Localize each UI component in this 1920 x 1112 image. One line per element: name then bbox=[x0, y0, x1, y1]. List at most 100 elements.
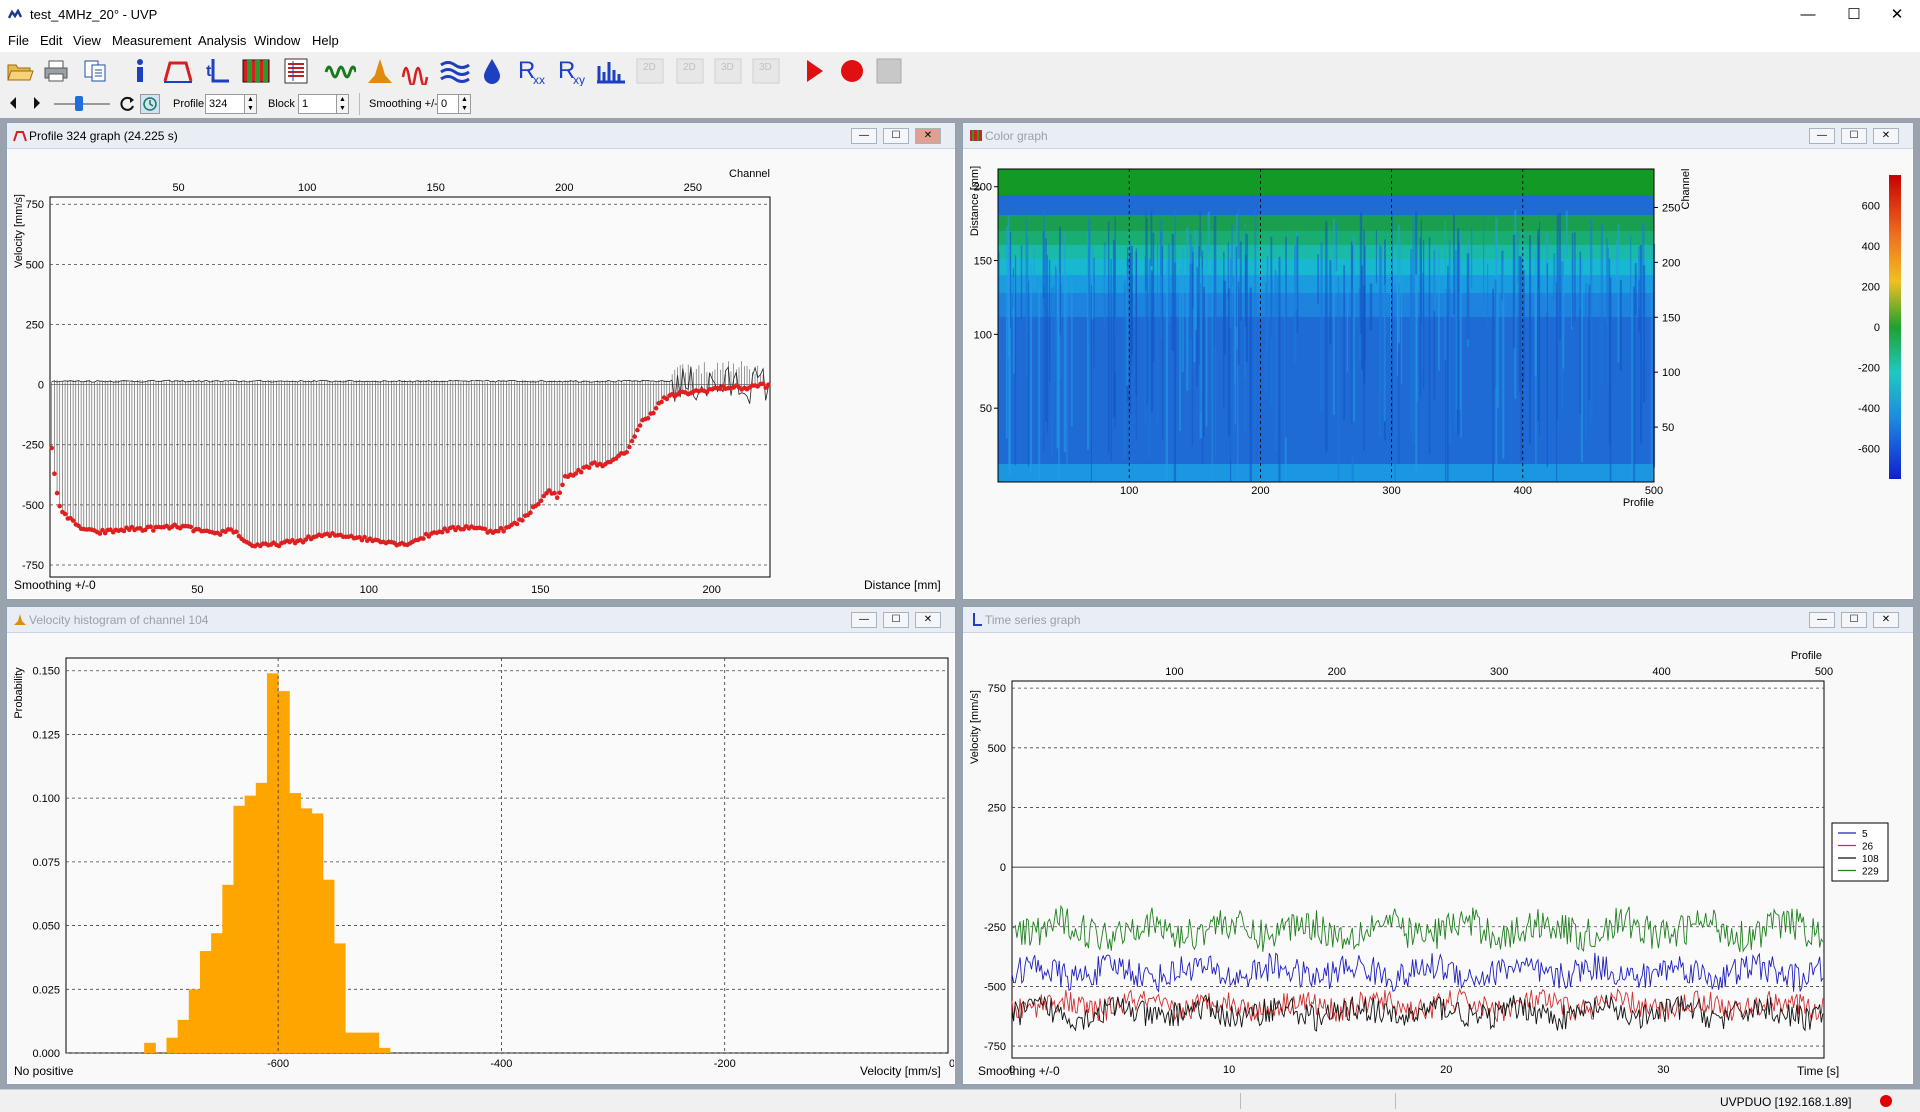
refresh-icon[interactable] bbox=[118, 95, 136, 116]
histogram-chart: 0.000 0.025 0.050 0.075 0.100 0.125 0.150 -600 -… bbox=[13, 657, 955, 1070]
velocity-point bbox=[557, 490, 563, 496]
y-tick-label: 0.150 bbox=[32, 666, 60, 678]
menu-view[interactable]: View bbox=[73, 33, 101, 48]
x-tick-label: 300 bbox=[1382, 485, 1400, 497]
menu-analysis[interactable]: Analysis bbox=[198, 33, 246, 48]
y-tick-label: 0.050 bbox=[32, 921, 60, 933]
y-axis-label: Probability bbox=[13, 667, 25, 719]
histogram-bar bbox=[311, 813, 324, 1053]
top-axis-label: Channel bbox=[729, 168, 770, 180]
close-window-button[interactable]: ✕ bbox=[1874, 0, 1920, 30]
y-tick-label: 0.025 bbox=[32, 984, 60, 996]
legend-label: 5 bbox=[1862, 829, 1868, 840]
block-input[interactable]: 1 bbox=[298, 94, 338, 114]
stop-icon[interactable] bbox=[873, 56, 905, 86]
velocity-point bbox=[520, 518, 525, 523]
info-icon[interactable] bbox=[124, 56, 156, 86]
spectrum-icon[interactable] bbox=[594, 56, 626, 86]
velocity-point bbox=[637, 423, 643, 428]
minimize-button[interactable]: — bbox=[1809, 128, 1835, 144]
profile-stepper[interactable]: ▲ ▼ bbox=[244, 94, 257, 114]
3d-label: 3D bbox=[721, 62, 734, 73]
profile-icon bbox=[13, 131, 27, 142]
top-tick-label: 300 bbox=[1490, 666, 1508, 678]
menu-measurement[interactable]: Measurement bbox=[112, 33, 191, 48]
minimize-button[interactable]: — bbox=[851, 128, 877, 144]
profile-icon[interactable] bbox=[162, 56, 194, 86]
smoothing-stepper[interactable]: ▲ ▼ bbox=[458, 94, 471, 114]
histogram-bar bbox=[378, 1047, 391, 1053]
menu-help[interactable]: Help bbox=[312, 33, 339, 48]
menu-window[interactable]: Window bbox=[254, 33, 300, 48]
colorbar-tick-label: -400 bbox=[1858, 403, 1880, 415]
y-tick-label: -750 bbox=[984, 1041, 1006, 1053]
histogram-bar bbox=[322, 879, 335, 1053]
velocity-point bbox=[552, 490, 557, 496]
menu-file[interactable]: File bbox=[8, 33, 29, 48]
3d-alt-icon: 3D bbox=[750, 56, 782, 86]
minimize-button[interactable]: — bbox=[1809, 612, 1835, 628]
profile-input[interactable]: 324 bbox=[205, 94, 247, 114]
time-series-window: Time series graph — ☐ ✕ 750 500 250 0 -250 -5… bbox=[962, 606, 1914, 1085]
smoothing-input[interactable]: 0 bbox=[437, 94, 459, 114]
rxx-subscript: xx bbox=[533, 73, 545, 86]
top-axis-label: Profile bbox=[1791, 650, 1822, 662]
table-icon[interactable] bbox=[280, 56, 312, 86]
y-axis-label: Velocity [mm/s] bbox=[969, 690, 981, 764]
smoothing-label: Smoothing +/- bbox=[369, 98, 438, 110]
signal-icon[interactable] bbox=[324, 56, 356, 86]
time-series-icon[interactable]: t bbox=[202, 56, 234, 86]
maximize-button[interactable]: ☐ bbox=[883, 128, 909, 144]
right-tick-label: 200 bbox=[1662, 257, 1680, 269]
minimize-window-button[interactable]: — bbox=[1785, 0, 1831, 30]
x-tick-label: -400 bbox=[490, 1058, 512, 1070]
window-title: Profile 324 graph (24.225 s) bbox=[29, 129, 178, 143]
close-button[interactable]: ✕ bbox=[1873, 612, 1899, 628]
y-tick-label: 250 bbox=[988, 802, 1006, 814]
print-icon[interactable] bbox=[40, 56, 72, 86]
close-button[interactable]: ✕ bbox=[915, 612, 941, 628]
close-button[interactable]: ✕ bbox=[915, 128, 941, 144]
close-button[interactable]: ✕ bbox=[1873, 128, 1899, 144]
histogram-bar bbox=[289, 793, 301, 1053]
x-tick-label: -200 bbox=[714, 1058, 736, 1070]
velocity-point bbox=[62, 511, 68, 517]
next-icon[interactable] bbox=[32, 96, 42, 113]
block-stepper[interactable]: ▲ ▼ bbox=[336, 94, 349, 114]
copy-icon[interactable] bbox=[80, 56, 112, 86]
histogram-bar bbox=[244, 795, 257, 1053]
profile-slider-thumb[interactable] bbox=[75, 96, 83, 111]
minimize-button[interactable]: — bbox=[851, 612, 877, 628]
rxx-icon[interactable]: Rxx bbox=[516, 56, 548, 86]
history-icon[interactable] bbox=[140, 94, 160, 114]
rxy-icon[interactable]: Rxy bbox=[556, 56, 588, 86]
3d-alt-label: 3D bbox=[759, 62, 772, 73]
histogram-icon[interactable] bbox=[364, 56, 396, 86]
play-icon[interactable] bbox=[798, 56, 830, 86]
title-bar: test_4MHz_20° - UVP — ☐ ✕ bbox=[0, 0, 1920, 30]
velocity-point bbox=[70, 518, 76, 523]
waves-icon[interactable] bbox=[438, 56, 470, 86]
footer-smoothing: Smoothing +/-0 bbox=[14, 578, 96, 592]
open-icon[interactable] bbox=[4, 56, 36, 86]
record-icon[interactable] bbox=[836, 56, 868, 86]
y-tick-label: -250 bbox=[22, 440, 44, 452]
maximize-button[interactable]: ☐ bbox=[883, 612, 909, 628]
y-tick-label: 750 bbox=[988, 683, 1006, 695]
maximize-button[interactable]: ☐ bbox=[1841, 128, 1867, 144]
frequency-icon[interactable] bbox=[400, 56, 432, 86]
drop-icon[interactable] bbox=[476, 56, 508, 86]
x-tick-label: -600 bbox=[267, 1058, 289, 1070]
velocity-point bbox=[632, 434, 637, 439]
maximize-window-button[interactable]: ☐ bbox=[1831, 0, 1877, 30]
y-tick-label: -500 bbox=[22, 500, 44, 512]
previous-icon[interactable] bbox=[8, 96, 18, 113]
histogram-bar bbox=[266, 673, 279, 1053]
velocity-point bbox=[578, 469, 584, 475]
window-title: Color graph bbox=[985, 129, 1048, 143]
menu-edit[interactable]: Edit bbox=[40, 33, 62, 48]
x-tick-label: 30 bbox=[1657, 1064, 1669, 1076]
window-caption: Profile 324 graph (24.225 s) — ☐ ✕ bbox=[7, 123, 955, 149]
maximize-button[interactable]: ☐ bbox=[1841, 612, 1867, 628]
color-graph-icon[interactable] bbox=[240, 56, 272, 86]
